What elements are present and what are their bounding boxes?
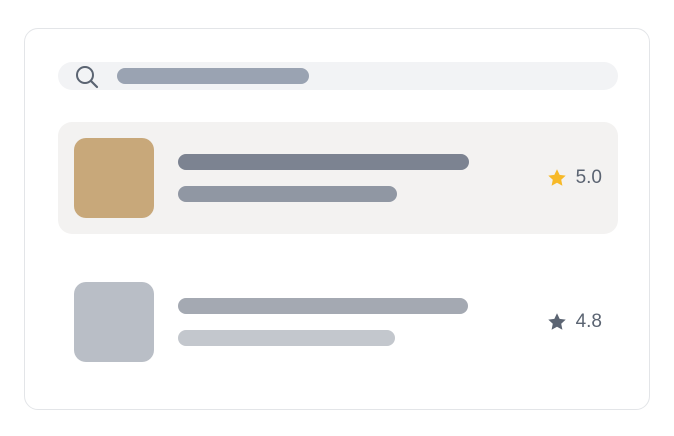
- item-rating: 5.0: [546, 122, 602, 234]
- star-icon: [547, 169, 566, 186]
- item-thumbnail: [74, 282, 154, 362]
- search-placeholder-bar: [117, 68, 309, 84]
- item-rating: 4.8: [546, 266, 602, 378]
- item-title-bar: [178, 154, 469, 170]
- item-subtitle-bar: [178, 186, 397, 202]
- results-card: 5.0 4.8: [24, 28, 650, 410]
- rating-value: 4.8: [575, 311, 602, 332]
- list-item[interactable]: 5.0: [58, 122, 618, 234]
- search-icon: [76, 66, 99, 89]
- item-subtitle-bar: [178, 330, 395, 346]
- list-item[interactable]: 4.8: [58, 266, 618, 378]
- search-input[interactable]: [58, 62, 618, 90]
- item-title-bar: [178, 298, 468, 314]
- item-thumbnail: [74, 138, 154, 218]
- star-icon: [547, 313, 566, 330]
- rating-value: 5.0: [575, 167, 602, 188]
